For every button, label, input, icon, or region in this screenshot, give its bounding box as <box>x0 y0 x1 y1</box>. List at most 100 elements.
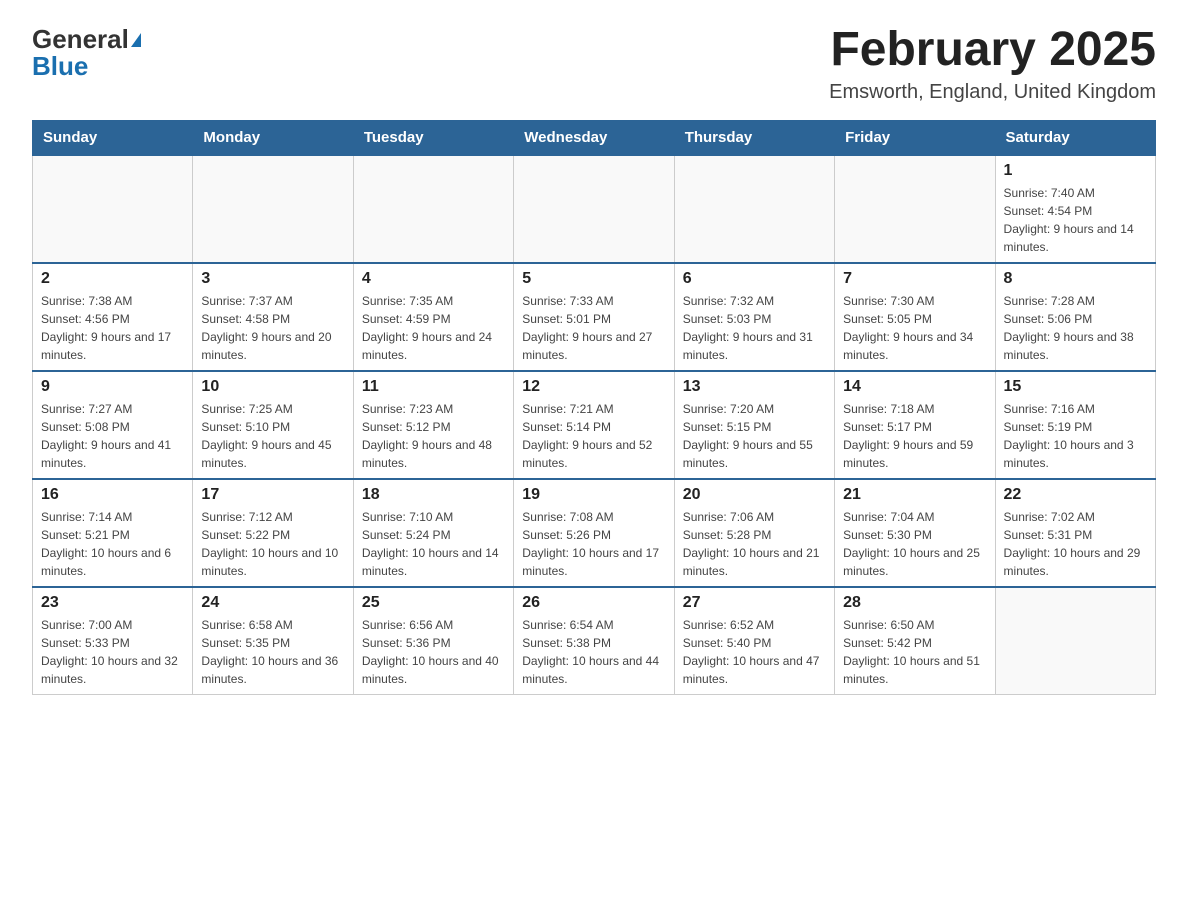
day-info: Sunrise: 6:54 AMSunset: 5:38 PMDaylight:… <box>522 616 665 688</box>
day-info: Sunrise: 7:28 AMSunset: 5:06 PMDaylight:… <box>1004 292 1147 364</box>
calendar-cell: 28 Sunrise: 6:50 AMSunset: 5:42 PMDayligh… <box>835 587 995 695</box>
calendar-cell: 11 Sunrise: 7:23 AMSunset: 5:12 PMDayligh… <box>353 371 513 479</box>
day-info: Sunrise: 6:52 AMSunset: 5:40 PMDaylight:… <box>683 616 826 688</box>
day-number: 26 <box>522 594 665 612</box>
calendar-week-row: 9 Sunrise: 7:27 AMSunset: 5:08 PMDaylight… <box>33 371 1156 479</box>
day-info: Sunrise: 7:37 AMSunset: 4:58 PMDaylight:… <box>201 292 344 364</box>
day-header-wednesday: Wednesday <box>514 120 674 155</box>
calendar-cell <box>835 155 995 263</box>
day-info: Sunrise: 7:32 AMSunset: 5:03 PMDaylight:… <box>683 292 826 364</box>
day-number: 1 <box>1004 162 1147 180</box>
calendar-week-row: 1 Sunrise: 7:40 AMSunset: 4:54 PMDaylight… <box>33 155 1156 263</box>
calendar-table: SundayMondayTuesdayWednesdayThursdayFrid… <box>32 120 1156 695</box>
calendar-cell: 24 Sunrise: 6:58 AMSunset: 5:35 PMDayligh… <box>193 587 353 695</box>
day-info: Sunrise: 7:38 AMSunset: 4:56 PMDaylight:… <box>41 292 184 364</box>
calendar-week-row: 23 Sunrise: 7:00 AMSunset: 5:33 PMDayligh… <box>33 587 1156 695</box>
page-title: February 2025 <box>829 24 1156 77</box>
day-header-saturday: Saturday <box>995 120 1155 155</box>
calendar-header-row: SundayMondayTuesdayWednesdayThursdayFrid… <box>33 120 1156 155</box>
day-info: Sunrise: 7:40 AMSunset: 4:54 PMDaylight:… <box>1004 184 1147 256</box>
day-number: 28 <box>843 594 986 612</box>
day-number: 18 <box>362 486 505 504</box>
day-info: Sunrise: 7:00 AMSunset: 5:33 PMDaylight:… <box>41 616 184 688</box>
day-number: 15 <box>1004 378 1147 396</box>
day-number: 6 <box>683 270 826 288</box>
calendar-cell <box>995 587 1155 695</box>
day-header-tuesday: Tuesday <box>353 120 513 155</box>
calendar-cell: 23 Sunrise: 7:00 AMSunset: 5:33 PMDayligh… <box>33 587 193 695</box>
calendar-cell: 15 Sunrise: 7:16 AMSunset: 5:19 PMDayligh… <box>995 371 1155 479</box>
day-number: 12 <box>522 378 665 396</box>
day-info: Sunrise: 7:06 AMSunset: 5:28 PMDaylight:… <box>683 508 826 580</box>
day-number: 8 <box>1004 270 1147 288</box>
day-number: 19 <box>522 486 665 504</box>
day-info: Sunrise: 7:02 AMSunset: 5:31 PMDaylight:… <box>1004 508 1147 580</box>
day-info: Sunrise: 7:21 AMSunset: 5:14 PMDaylight:… <box>522 400 665 472</box>
day-info: Sunrise: 7:25 AMSunset: 5:10 PMDaylight:… <box>201 400 344 472</box>
calendar-cell: 19 Sunrise: 7:08 AMSunset: 5:26 PMDayligh… <box>514 479 674 587</box>
day-number: 24 <box>201 594 344 612</box>
calendar-cell: 8 Sunrise: 7:28 AMSunset: 5:06 PMDaylight… <box>995 263 1155 371</box>
day-number: 21 <box>843 486 986 504</box>
day-info: Sunrise: 7:27 AMSunset: 5:08 PMDaylight:… <box>41 400 184 472</box>
day-info: Sunrise: 7:14 AMSunset: 5:21 PMDaylight:… <box>41 508 184 580</box>
calendar-cell: 26 Sunrise: 6:54 AMSunset: 5:38 PMDayligh… <box>514 587 674 695</box>
calendar-cell: 13 Sunrise: 7:20 AMSunset: 5:15 PMDayligh… <box>674 371 834 479</box>
logo: General Blue <box>32 24 142 82</box>
day-info: Sunrise: 7:04 AMSunset: 5:30 PMDaylight:… <box>843 508 986 580</box>
calendar-cell: 18 Sunrise: 7:10 AMSunset: 5:24 PMDayligh… <box>353 479 513 587</box>
calendar-cell: 22Sunrise: 7:02 AMSunset: 5:31 PMDayligh… <box>995 479 1155 587</box>
day-header-sunday: Sunday <box>33 120 193 155</box>
calendar-cell: 6 Sunrise: 7:32 AMSunset: 5:03 PMDaylight… <box>674 263 834 371</box>
calendar-cell <box>33 155 193 263</box>
calendar-cell <box>353 155 513 263</box>
calendar-cell: 2 Sunrise: 7:38 AMSunset: 4:56 PMDaylight… <box>33 263 193 371</box>
day-number: 4 <box>362 270 505 288</box>
day-info: Sunrise: 6:50 AMSunset: 5:42 PMDaylight:… <box>843 616 986 688</box>
calendar-cell: 21 Sunrise: 7:04 AMSunset: 5:30 PMDayligh… <box>835 479 995 587</box>
day-number: 25 <box>362 594 505 612</box>
day-number: 5 <box>522 270 665 288</box>
calendar-cell: 5 Sunrise: 7:33 AMSunset: 5:01 PMDaylight… <box>514 263 674 371</box>
logo-blue: Blue <box>32 51 142 82</box>
day-info: Sunrise: 7:12 AMSunset: 5:22 PMDaylight:… <box>201 508 344 580</box>
calendar-cell: 3 Sunrise: 7:37 AMSunset: 4:58 PMDaylight… <box>193 263 353 371</box>
calendar-cell: 27Sunrise: 6:52 AMSunset: 5:40 PMDayligh… <box>674 587 834 695</box>
day-number: 23 <box>41 594 184 612</box>
day-info: Sunrise: 7:16 AMSunset: 5:19 PMDaylight:… <box>1004 400 1147 472</box>
calendar-cell: 10 Sunrise: 7:25 AMSunset: 5:10 PMDayligh… <box>193 371 353 479</box>
day-number: 20 <box>683 486 826 504</box>
day-info: Sunrise: 7:23 AMSunset: 5:12 PMDaylight:… <box>362 400 505 472</box>
calendar-cell: 4 Sunrise: 7:35 AMSunset: 4:59 PMDaylight… <box>353 263 513 371</box>
day-number: 13 <box>683 378 826 396</box>
day-info: Sunrise: 6:58 AMSunset: 5:35 PMDaylight:… <box>201 616 344 688</box>
day-number: 9 <box>41 378 184 396</box>
calendar-cell <box>514 155 674 263</box>
day-info: Sunrise: 7:20 AMSunset: 5:15 PMDaylight:… <box>683 400 826 472</box>
day-info: Sunrise: 7:08 AMSunset: 5:26 PMDaylight:… <box>522 508 665 580</box>
day-info: Sunrise: 7:30 AMSunset: 5:05 PMDaylight:… <box>843 292 986 364</box>
day-info: Sunrise: 7:35 AMSunset: 4:59 PMDaylight:… <box>362 292 505 364</box>
day-number: 2 <box>41 270 184 288</box>
calendar-cell: 7 Sunrise: 7:30 AMSunset: 5:05 PMDaylight… <box>835 263 995 371</box>
day-number: 7 <box>843 270 986 288</box>
day-info: Sunrise: 6:56 AMSunset: 5:36 PMDaylight:… <box>362 616 505 688</box>
calendar-cell: 25 Sunrise: 6:56 AMSunset: 5:36 PMDayligh… <box>353 587 513 695</box>
page-header: General Blue February 2025 Emsworth, Eng… <box>32 24 1156 104</box>
calendar-cell: 20 Sunrise: 7:06 AMSunset: 5:28 PMDayligh… <box>674 479 834 587</box>
day-header-monday: Monday <box>193 120 353 155</box>
day-info: Sunrise: 7:10 AMSunset: 5:24 PMDaylight:… <box>362 508 505 580</box>
day-number: 17 <box>201 486 344 504</box>
logo-triangle-icon <box>131 33 141 47</box>
calendar-cell: 17 Sunrise: 7:12 AMSunset: 5:22 PMDayligh… <box>193 479 353 587</box>
title-block: February 2025 Emsworth, England, United … <box>829 24 1156 104</box>
calendar-cell <box>193 155 353 263</box>
calendar-week-row: 2 Sunrise: 7:38 AMSunset: 4:56 PMDaylight… <box>33 263 1156 371</box>
day-number: 10 <box>201 378 344 396</box>
day-info: Sunrise: 7:33 AMSunset: 5:01 PMDaylight:… <box>522 292 665 364</box>
calendar-cell: 16Sunrise: 7:14 AMSunset: 5:21 PMDayligh… <box>33 479 193 587</box>
day-number: 3 <box>201 270 344 288</box>
day-number: 11 <box>362 378 505 396</box>
calendar-cell: 14Sunrise: 7:18 AMSunset: 5:17 PMDayligh… <box>835 371 995 479</box>
day-header-friday: Friday <box>835 120 995 155</box>
